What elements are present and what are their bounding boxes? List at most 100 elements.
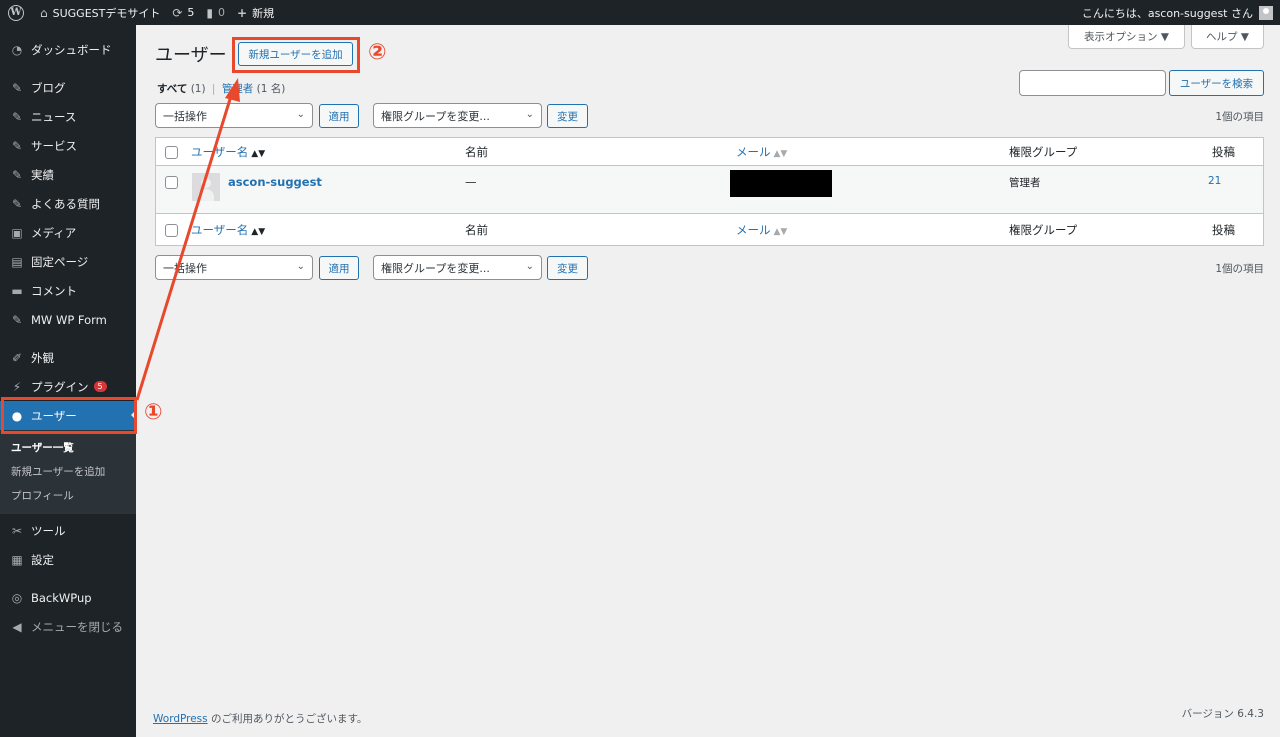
column-username-sort-bottom[interactable]: ユーザー名 ▲▼: [191, 222, 265, 238]
apply-button-bottom[interactable]: 適用: [319, 256, 359, 280]
row-checkbox[interactable]: [165, 176, 178, 189]
page-title: ユーザー: [155, 45, 227, 66]
menu-works[interactable]: ✎ 実績: [0, 160, 136, 189]
menu-dashboard[interactable]: ◔ ダッシュボード: [0, 35, 136, 64]
username-link[interactable]: ascon-suggest: [228, 175, 322, 189]
chevron-down-icon: ⌄: [525, 261, 534, 272]
menu-tools[interactable]: ✂ ツール: [0, 516, 136, 545]
table-header-row: ユーザー名 ▲▼ 名前 メール ▲▼ 権限グループ 投稿: [156, 138, 1263, 166]
submenu-profile[interactable]: プロフィール: [0, 484, 136, 508]
annotation-number-1: ①: [144, 400, 163, 425]
role-change-select-bottom[interactable]: 権限グループを変更... ⌄: [373, 255, 542, 280]
site-name-link[interactable]: ⌂ SUGGESTデモサイト: [30, 0, 166, 25]
filter-all[interactable]: すべて: [157, 83, 187, 95]
menu-media[interactable]: ▣ メディア: [0, 218, 136, 247]
select-all-checkbox[interactable]: [165, 146, 178, 159]
avatar: [1259, 5, 1273, 20]
pin-icon: ✎: [11, 80, 23, 95]
admin-sidebar: ◔ ダッシュボード ✎ ブログ ✎ ニュース ✎ サービス ✎ 実績 ✎ よくある質問 ▣ メ…: [0, 25, 136, 737]
page-icon: ▤: [11, 254, 23, 269]
settings-icon: ▦: [11, 552, 23, 567]
column-name-bottom: 名前: [465, 223, 488, 237]
apply-button-top[interactable]: 適用: [319, 104, 359, 128]
comment-icon: ▮: [206, 5, 214, 20]
submenu-add-new-user[interactable]: 新規ユーザーを追加: [0, 460, 136, 484]
new-content-link[interactable]: + 新規: [231, 0, 280, 25]
main-content: 表示オプション ▼ ヘルプ ▼ ユーザー 新規ユーザーを追加 すべて (1) |…: [136, 25, 1280, 737]
change-role-button-bottom[interactable]: 変更: [547, 256, 588, 280]
dashboard-icon: ◔: [11, 42, 23, 57]
change-role-button-top[interactable]: 変更: [547, 104, 588, 128]
footer-thanks: WordPress のご利用ありがとうございます。: [153, 713, 368, 725]
admin-bar: W ⌂ SUGGESTデモサイト ⟳ 5 ▮ 0 + 新規 こんにちは、asco…: [0, 0, 1280, 25]
help-toggle[interactable]: ヘルプ ▼: [1191, 25, 1264, 49]
menu-blog[interactable]: ✎ ブログ: [0, 73, 136, 102]
users-table: ユーザー名 ▲▼ 名前 メール ▲▼ 権限グループ 投稿 ascon-suggest…: [155, 137, 1264, 246]
email-redacted: [730, 170, 832, 197]
items-count-bottom: 1個の項目: [1215, 263, 1264, 275]
post-count-link[interactable]: 21: [1208, 175, 1221, 187]
pin-icon: ✎: [11, 167, 23, 182]
backwpup-icon: ◎: [11, 590, 23, 605]
wp-logo-menu[interactable]: W: [0, 0, 30, 25]
menu-comments[interactable]: ▬ コメント: [0, 276, 136, 305]
column-name: 名前: [465, 145, 488, 159]
menu-faq[interactable]: ✎ よくある質問: [0, 189, 136, 218]
user-name: —: [465, 175, 477, 189]
column-role: 権限グループ: [1009, 145, 1078, 159]
sort-icon: ▲▼: [773, 149, 788, 159]
highlight-add-new-button: [232, 37, 360, 73]
menu-mw-wp-form[interactable]: ✎ MW WP Form: [0, 305, 136, 334]
updates-link[interactable]: ⟳ 5: [166, 0, 200, 25]
bulk-action-select-top[interactable]: 一括操作 ⌄: [155, 103, 313, 128]
search-input[interactable]: [1019, 70, 1166, 96]
filter-administrator[interactable]: 管理者: [222, 83, 254, 95]
pin-icon: ✎: [11, 109, 23, 124]
menu-settings[interactable]: ▦ 設定: [0, 545, 136, 574]
plugin-icon: ⚡: [12, 379, 22, 394]
user-avatar: [192, 173, 220, 201]
pin-icon: ✎: [11, 312, 23, 327]
role-change-select-top[interactable]: 権限グループを変更... ⌄: [373, 103, 542, 128]
media-icon: ▣: [11, 225, 23, 240]
comment-icon: ▬: [11, 283, 23, 298]
submenu-all-users[interactable]: ユーザー一覧: [0, 436, 136, 460]
bulk-action-select-bottom[interactable]: 一括操作 ⌄: [155, 255, 313, 280]
menu-appearance[interactable]: ✐ 外観: [0, 343, 136, 372]
pin-icon: ✎: [11, 138, 23, 153]
column-posts-bottom: 投稿: [1212, 223, 1235, 237]
comments-link[interactable]: ▮ 0: [200, 0, 231, 25]
wordpress-link[interactable]: WordPress: [153, 713, 208, 725]
menu-news[interactable]: ✎ ニュース: [0, 102, 136, 131]
table-footer-row: ユーザー名 ▲▼ 名前 メール ▲▼ 権限グループ 投稿: [156, 215, 1263, 245]
highlight-users-menu: [1, 397, 137, 434]
collapse-icon: ◀: [12, 619, 22, 634]
users-submenu: ユーザー一覧 新規ユーザーを追加 プロフィール: [0, 430, 136, 514]
brush-icon: ✐: [11, 350, 23, 365]
screen-options-toggle[interactable]: 表示オプション ▼: [1068, 25, 1185, 49]
select-all-checkbox-bottom[interactable]: [165, 224, 178, 237]
menu-service[interactable]: ✎ サービス: [0, 131, 136, 160]
column-posts: 投稿: [1212, 145, 1235, 159]
wordpress-logo-icon: W: [8, 4, 24, 21]
column-email-sort[interactable]: メール ▲▼: [736, 144, 787, 160]
column-email-sort-bottom[interactable]: メール ▲▼: [736, 222, 787, 238]
user-role-filters: すべて (1) | 管理者 (1 名): [157, 83, 286, 95]
menu-backwpup[interactable]: ◎ BackWPup: [0, 583, 136, 612]
my-account-link[interactable]: こんにちは、ascon-suggest さん: [1076, 0, 1280, 25]
sort-icon: ▲▼: [251, 227, 266, 237]
chevron-down-icon: ⌄: [296, 261, 305, 272]
search-users-button[interactable]: ユーザーを検索: [1169, 70, 1264, 96]
chevron-down-icon: ⌄: [296, 109, 305, 120]
home-icon: ⌂: [40, 5, 48, 20]
update-count-badge: 5: [93, 381, 107, 392]
menu-pages[interactable]: ▤ 固定ページ: [0, 247, 136, 276]
updates-icon: ⟳: [172, 5, 183, 20]
chevron-down-icon: ⌄: [525, 109, 534, 120]
sort-icon: ▲▼: [251, 149, 266, 159]
column-username-sort[interactable]: ユーザー名 ▲▼: [191, 144, 265, 160]
annotation-number-2: ②: [368, 40, 387, 65]
menu-collapse[interactable]: ◀ メニューを閉じる: [0, 612, 136, 641]
plus-icon: +: [237, 5, 248, 20]
table-row: ascon-suggest — 管理者 21: [156, 166, 1263, 214]
